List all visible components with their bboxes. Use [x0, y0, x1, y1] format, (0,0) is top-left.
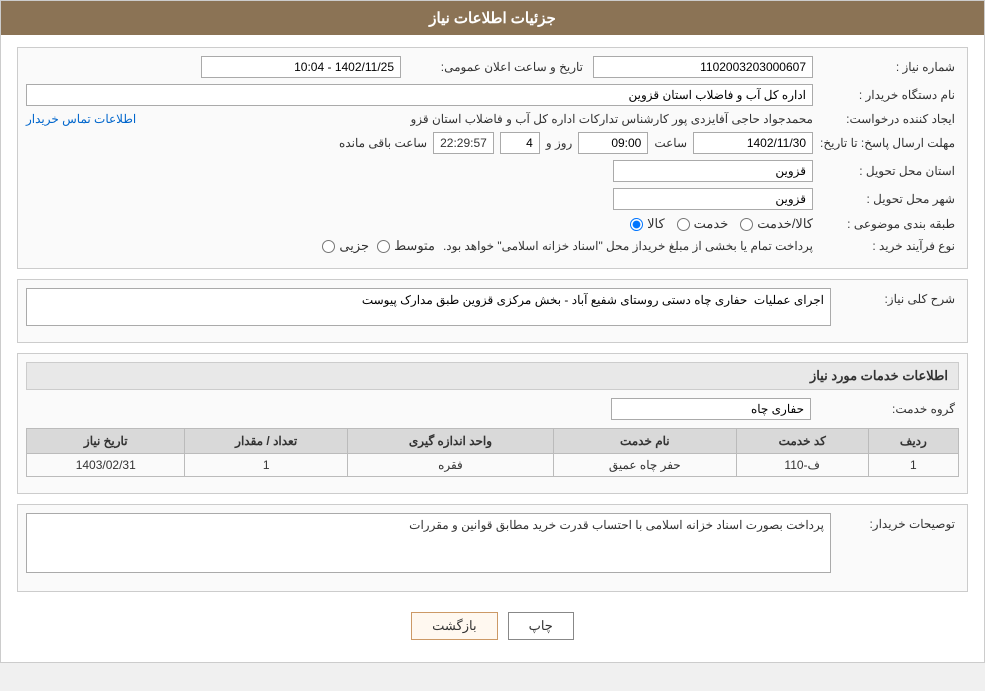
- category-khidmat-radio[interactable]: [677, 218, 690, 231]
- main-info-section: شماره نیاز : تاریخ و ساعت اعلان عمومی: ن…: [17, 47, 968, 269]
- deadline-row: مهلت ارسال پاسخ: تا تاریخ: ساعت روز و 22…: [26, 132, 959, 154]
- cell-service-name: حفر چاه عمیق: [553, 454, 736, 477]
- deadline-days-input[interactable]: [500, 132, 540, 154]
- services-section-title: اطلاعات خدمات مورد نیاز: [26, 362, 959, 390]
- remaining-time-value: 22:29:57: [433, 132, 494, 154]
- buyer-notes-content: پرداخت بصورت اسناد خزانه اسلامی با احتسا…: [26, 513, 831, 573]
- day-label: روز و: [546, 136, 573, 150]
- service-group-input[interactable]: [611, 398, 811, 420]
- category-radio-group: کالا/خدمت خدمت کالا: [26, 216, 813, 232]
- description-row: شرح کلی نیاز: اجرای عملیات حفاری چاه دست…: [26, 288, 959, 326]
- print-button[interactable]: چاپ: [508, 612, 574, 640]
- purchase-juzei-radio[interactable]: [322, 240, 335, 253]
- cell-service-code: ف-110: [736, 454, 868, 477]
- buyer-org-input[interactable]: [26, 84, 813, 106]
- cell-need-date: 1403/02/31: [27, 454, 185, 477]
- content-area: شماره نیاز : تاریخ و ساعت اعلان عمومی: ن…: [1, 35, 984, 662]
- col-row-num: ردیف: [868, 429, 958, 454]
- delivery-city-label: شهر محل تحویل :: [819, 192, 959, 206]
- col-service-code: کد خدمت: [736, 429, 868, 454]
- buyer-notes-section: توصیحات خریدار: پرداخت بصورت اسناد خزانه…: [17, 504, 968, 592]
- requester-name: محمدجواد حاجی آفایزدی پور کارشناس تدارکا…: [144, 112, 813, 126]
- cell-unit: فقره: [347, 454, 553, 477]
- buyer-org-row: نام دستگاه خریدار :: [26, 84, 959, 106]
- announce-label: تاریخ و ساعت اعلان عمومی:: [407, 60, 587, 74]
- services-table-header: ردیف کد خدمت نام خدمت واحد اندازه گیری ت…: [27, 429, 959, 454]
- deadline-label: مهلت ارسال پاسخ: تا تاریخ:: [819, 136, 959, 150]
- category-kala-khidmat[interactable]: کالا/خدمت: [740, 216, 813, 232]
- services-table: ردیف کد خدمت نام خدمت واحد اندازه گیری ت…: [26, 428, 959, 477]
- cell-quantity: 1: [185, 454, 347, 477]
- purchase-mutavasit-radio[interactable]: [377, 240, 390, 253]
- col-unit: واحد اندازه گیری: [347, 429, 553, 454]
- col-quantity: تعداد / مقدار: [185, 429, 347, 454]
- category-kala-khidmat-label: کالا/خدمت: [757, 216, 813, 232]
- purchase-type-group: پرداخت تمام یا بخشی از مبلغ خریداز محل "…: [26, 238, 813, 254]
- need-number-row: شماره نیاز : تاریخ و ساعت اعلان عمومی:: [26, 56, 959, 78]
- purchase-note: پرداخت تمام یا بخشی از مبلغ خریداز محل "…: [443, 239, 813, 253]
- purchase-type-row: نوع فرآیند خرید : پرداخت تمام یا بخشی از…: [26, 238, 959, 254]
- category-label: طبقه بندی موضوعی :: [819, 217, 959, 231]
- table-row: 1 ف-110 حفر چاه عمیق فقره 1 1403/02/31: [27, 454, 959, 477]
- purchase-juzei-label: جزیی: [339, 238, 369, 254]
- back-button[interactable]: بازگشت: [411, 612, 497, 640]
- description-label: شرح کلی نیاز:: [839, 288, 959, 306]
- category-kala-khidmat-radio[interactable]: [740, 218, 753, 231]
- requester-row: ایجاد کننده درخواست: محمدجواد حاجی آفایز…: [26, 112, 959, 126]
- category-kala-label: کالا: [647, 216, 665, 232]
- category-row: طبقه بندی موضوعی : کالا/خدمت خدمت کالا: [26, 216, 959, 232]
- purchase-juzei[interactable]: جزیی: [322, 238, 369, 254]
- time-label: ساعت: [654, 136, 687, 150]
- need-number-input[interactable]: [593, 56, 813, 78]
- delivery-province-row: استان محل تحویل :: [26, 160, 959, 182]
- category-kala-radio[interactable]: [630, 218, 643, 231]
- delivery-city-input[interactable]: [613, 188, 813, 210]
- need-number-label: شماره نیاز :: [819, 60, 959, 74]
- service-group-label: گروه خدمت:: [819, 402, 959, 416]
- buyer-notes-text: پرداخت بصورت اسناد خزانه اسلامی با احتسا…: [409, 518, 824, 532]
- col-need-date: تاریخ نیاز: [27, 429, 185, 454]
- page-header: جزئیات اطلاعات نیاز: [1, 1, 984, 35]
- description-section: شرح کلی نیاز: اجرای عملیات حفاری چاه دست…: [17, 279, 968, 343]
- category-kala[interactable]: کالا: [630, 216, 665, 232]
- deadline-date-input[interactable]: [693, 132, 813, 154]
- requester-label: ایجاد کننده درخواست:: [819, 112, 959, 126]
- buyer-notes-label: توصیحات خریدار:: [839, 513, 959, 531]
- description-textarea[interactable]: اجرای عملیات حفاری چاه دستی روستای شفیع …: [26, 288, 831, 326]
- category-khidmat-label: خدمت: [694, 216, 729, 232]
- remaining-label: ساعت باقی مانده: [339, 136, 427, 150]
- services-table-body: 1 ف-110 حفر چاه عمیق فقره 1 1403/02/31: [27, 454, 959, 477]
- buyer-notes-row: توصیحات خریدار: پرداخت بصورت اسناد خزانه…: [26, 513, 959, 573]
- page-title: جزئیات اطلاعات نیاز: [429, 10, 556, 27]
- category-khidmat[interactable]: خدمت: [677, 216, 729, 232]
- col-service-name: نام خدمت: [553, 429, 736, 454]
- services-section: اطلاعات خدمات مورد نیاز گروه خدمت: ردیف …: [17, 353, 968, 494]
- footer-buttons: چاپ بازگشت: [17, 602, 968, 650]
- delivery-city-row: شهر محل تحویل :: [26, 188, 959, 210]
- delivery-province-label: استان محل تحویل :: [819, 164, 959, 178]
- purchase-mutavasit-label: متوسط: [394, 238, 435, 254]
- service-group-row: گروه خدمت:: [26, 398, 959, 420]
- cell-row-num: 1: [868, 454, 958, 477]
- deadline-time-input[interactable]: [578, 132, 648, 154]
- buyer-org-label: نام دستگاه خریدار :: [819, 88, 959, 102]
- delivery-province-input[interactable]: [613, 160, 813, 182]
- announce-date-input[interactable]: [201, 56, 401, 78]
- purchase-mutavasit[interactable]: متوسط: [377, 238, 435, 254]
- purchase-type-label: نوع فرآیند خرید :: [819, 239, 959, 253]
- contact-info-link[interactable]: اطلاعات تماس خریدار: [26, 112, 136, 126]
- page-wrapper: جزئیات اطلاعات نیاز شماره نیاز : تاریخ و…: [0, 0, 985, 663]
